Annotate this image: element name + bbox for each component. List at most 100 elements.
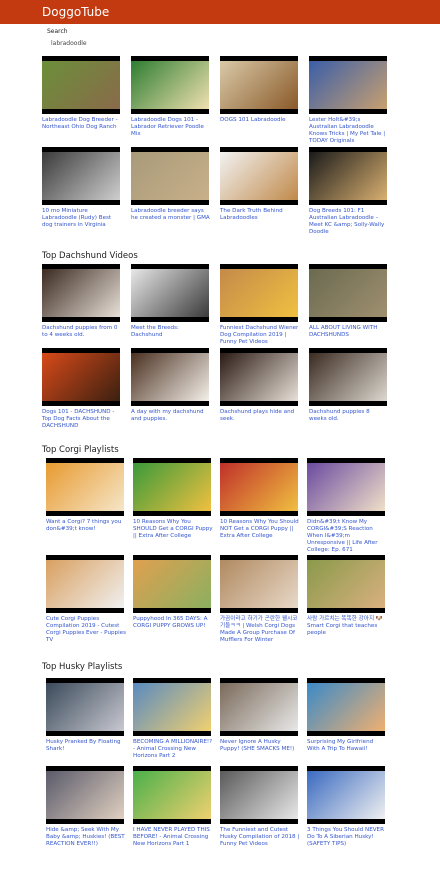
video-title-link[interactable]: Dogs 101 - DACHSHUND - Top Dog Facts Abo… xyxy=(42,409,122,430)
video-title-link[interactable]: 10 mo Miniature Labradoodle (Rudy) Best … xyxy=(42,208,122,229)
video-card[interactable]: Husky Pranked By Floating Shark! xyxy=(46,678,126,753)
video-card[interactable]: Didn&#39;t Know My CORGI&#39;S Reaction … xyxy=(307,458,387,554)
video-thumbnail[interactable] xyxy=(220,555,298,613)
video-title-link[interactable]: Labradoodle Dog Breeder - Northeast Ohio… xyxy=(42,117,122,131)
video-card[interactable]: 10 Reasons Why You SHOULD Get a CORGI Pu… xyxy=(133,458,213,540)
video-title-link[interactable]: Dachshund puppies 8 weeks old. xyxy=(309,409,389,423)
video-thumbnail[interactable] xyxy=(307,766,385,824)
video-thumbnail[interactable] xyxy=(133,678,211,736)
video-card[interactable]: DOGS 101 Labradoodle xyxy=(220,56,300,124)
video-thumbnail[interactable] xyxy=(46,458,124,516)
video-title-link[interactable]: 3 Things You Should NEVER Do To A Siberi… xyxy=(307,827,387,848)
video-card[interactable]: 가끔이라고 하기가 곤란한 웰시코기들ㅋㅋ | Welsh Corgi Dogs… xyxy=(220,555,300,644)
video-title-link[interactable]: A day with my dachshund and puppies. xyxy=(131,409,211,423)
video-title-link[interactable]: Puppyhood In 365 DAYS: A CORGI PUPPY GRO… xyxy=(133,616,213,630)
video-thumbnail[interactable] xyxy=(133,458,211,516)
video-title-link[interactable]: Dog Breeds 101: F1 Australian Labradoodl… xyxy=(309,208,389,236)
brand-logo[interactable]: DoggoTube xyxy=(42,4,109,20)
video-thumbnail[interactable] xyxy=(220,678,298,736)
video-title-link[interactable]: Husky Pranked By Floating Shark! xyxy=(46,739,126,753)
video-card[interactable]: ALL ABOUT LIVING WITH DACHSHUNDS xyxy=(309,264,389,339)
video-thumbnail[interactable] xyxy=(131,56,209,114)
video-card[interactable]: Cute Corgi Puppies Compilation 2019 - Cu… xyxy=(46,555,126,644)
video-title-link[interactable]: Labradoodle breeder says he created a mo… xyxy=(131,208,211,222)
video-thumbnail[interactable] xyxy=(220,766,298,824)
video-title-link[interactable]: DOGS 101 Labradoodle xyxy=(220,117,300,124)
video-card[interactable]: Funniest Dachshund Wiener Dog Compilatio… xyxy=(220,264,300,346)
video-thumbnail[interactable] xyxy=(307,678,385,736)
video-thumbnail[interactable] xyxy=(220,458,298,516)
video-card[interactable]: 사람 가르치는 똑똑한 강아지 🐶 Smart Corgi that teach… xyxy=(307,555,387,637)
video-thumbnail[interactable] xyxy=(42,264,120,322)
video-title-link[interactable]: 10 Reasons Why You Should NOT Get a CORG… xyxy=(220,519,300,540)
video-thumbnail[interactable] xyxy=(307,555,385,613)
video-card[interactable]: Dachshund puppies 8 weeks old. xyxy=(309,348,389,423)
video-title-link[interactable]: Didn&#39;t Know My CORGI&#39;S Reaction … xyxy=(307,519,387,554)
video-thumbnail[interactable] xyxy=(309,147,387,205)
video-card[interactable]: I HAVE NEVER PLAYED THIS BEFORE! - Anima… xyxy=(133,766,213,848)
video-thumbnail[interactable] xyxy=(309,348,387,406)
video-card[interactable]: Hide &amp; Seek With My Baby &amp; Huski… xyxy=(46,766,126,848)
video-title-link[interactable]: Meet the Breeds: Dachshund xyxy=(131,325,211,339)
video-title-link[interactable]: 가끔이라고 하기가 곤란한 웰시코기들ㅋㅋ | Welsh Corgi Dogs… xyxy=(220,616,300,644)
video-thumbnail[interactable] xyxy=(309,264,387,322)
video-title-link[interactable]: The Funniest and Cutest Husky Compilatio… xyxy=(220,827,300,848)
video-card[interactable]: The Dark Truth Behind Labradoodles xyxy=(220,147,300,222)
video-title-link[interactable]: I HAVE NEVER PLAYED THIS BEFORE! - Anima… xyxy=(133,827,213,848)
video-thumbnail[interactable] xyxy=(46,766,124,824)
video-thumbnail[interactable] xyxy=(133,555,211,613)
video-card[interactable]: Labradoodle Dog Breeder - Northeast Ohio… xyxy=(42,56,122,131)
video-title-link[interactable]: Dachshund puppies from 0 to 4 weeks old. xyxy=(42,325,122,339)
video-title-link[interactable]: ALL ABOUT LIVING WITH DACHSHUNDS xyxy=(309,325,389,339)
video-title-link[interactable]: Hide &amp; Seek With My Baby &amp; Huski… xyxy=(46,827,126,848)
video-card[interactable]: Puppyhood In 365 DAYS: A CORGI PUPPY GRO… xyxy=(133,555,213,630)
video-title-link[interactable]: Cute Corgi Puppies Compilation 2019 - Cu… xyxy=(46,616,126,644)
video-thumbnail[interactable] xyxy=(220,348,298,406)
video-title-link[interactable]: Want a Corgi? 7 things you don&#39;t kno… xyxy=(46,519,126,533)
video-title-link[interactable]: The Dark Truth Behind Labradoodles xyxy=(220,208,300,222)
video-thumbnail[interactable] xyxy=(46,555,124,613)
video-thumbnail[interactable] xyxy=(42,147,120,205)
video-title-link[interactable]: Surprising My Girlfriend With A Trip To … xyxy=(307,739,387,753)
video-thumbnail[interactable] xyxy=(131,264,209,322)
video-card[interactable]: Dog Breeds 101: F1 Australian Labradoodl… xyxy=(309,147,389,236)
video-title-link[interactable]: BECOMING A MILLIONAIRE!? - Animal Crossi… xyxy=(133,739,213,760)
video-title-link[interactable]: Funniest Dachshund Wiener Dog Compilatio… xyxy=(220,325,300,346)
video-card[interactable]: Dachshund plays hide and seek. xyxy=(220,348,300,423)
video-thumbnail[interactable] xyxy=(220,147,298,205)
video-card[interactable]: The Funniest and Cutest Husky Compilatio… xyxy=(220,766,300,848)
video-card[interactable]: BECOMING A MILLIONAIRE!? - Animal Crossi… xyxy=(133,678,213,760)
video-thumbnail[interactable] xyxy=(309,56,387,114)
video-card[interactable]: 3 Things You Should NEVER Do To A Siberi… xyxy=(307,766,387,848)
search-input[interactable] xyxy=(47,39,191,49)
video-card[interactable]: Meet the Breeds: Dachshund xyxy=(131,264,211,339)
video-card[interactable]: A day with my dachshund and puppies. xyxy=(131,348,211,423)
video-card[interactable]: Dogs 101 - DACHSHUND - Top Dog Facts Abo… xyxy=(42,348,122,430)
video-title-link[interactable]: Dachshund plays hide and seek. xyxy=(220,409,300,423)
video-thumbnail[interactable] xyxy=(131,348,209,406)
video-thumbnail[interactable] xyxy=(42,56,120,114)
video-title-link[interactable]: Never Ignore A Husky Puppy! (SHE SMACKS … xyxy=(220,739,300,753)
video-thumbnail[interactable] xyxy=(307,458,385,516)
video-card[interactable]: Never Ignore A Husky Puppy! (SHE SMACKS … xyxy=(220,678,300,753)
video-thumbnail[interactable] xyxy=(46,678,124,736)
video-title-link[interactable]: 사람 가르치는 똑똑한 강아지 🐶 Smart Corgi that teach… xyxy=(307,616,387,637)
video-thumbnail[interactable] xyxy=(133,766,211,824)
video-card[interactable]: 10 mo Miniature Labradoodle (Rudy) Best … xyxy=(42,147,122,229)
video-card[interactable]: Lester Holt&#39;s Australian Labradoodle… xyxy=(309,56,389,145)
thumbnail-image xyxy=(133,560,211,608)
video-card[interactable]: Want a Corgi? 7 things you don&#39;t kno… xyxy=(46,458,126,533)
video-card[interactable]: Dachshund puppies from 0 to 4 weeks old. xyxy=(42,264,122,339)
video-card[interactable]: 10 Reasons Why You Should NOT Get a CORG… xyxy=(220,458,300,540)
video-card[interactable]: Surprising My Girlfriend With A Trip To … xyxy=(307,678,387,753)
video-title-link[interactable]: 10 Reasons Why You SHOULD Get a CORGI Pu… xyxy=(133,519,213,540)
video-thumbnail[interactable] xyxy=(131,147,209,205)
video-thumbnail[interactable] xyxy=(42,348,120,406)
video-thumbnail[interactable] xyxy=(220,56,298,114)
video-card[interactable]: Labradoodle Dogs 101 - Labrador Retrieve… xyxy=(131,56,211,138)
thumbnail-image xyxy=(42,152,120,200)
video-card[interactable]: Labradoodle breeder says he created a mo… xyxy=(131,147,211,222)
video-thumbnail[interactable] xyxy=(220,264,298,322)
video-title-link[interactable]: Lester Holt&#39;s Australian Labradoodle… xyxy=(309,117,389,145)
video-title-link[interactable]: Labradoodle Dogs 101 - Labrador Retrieve… xyxy=(131,117,211,138)
